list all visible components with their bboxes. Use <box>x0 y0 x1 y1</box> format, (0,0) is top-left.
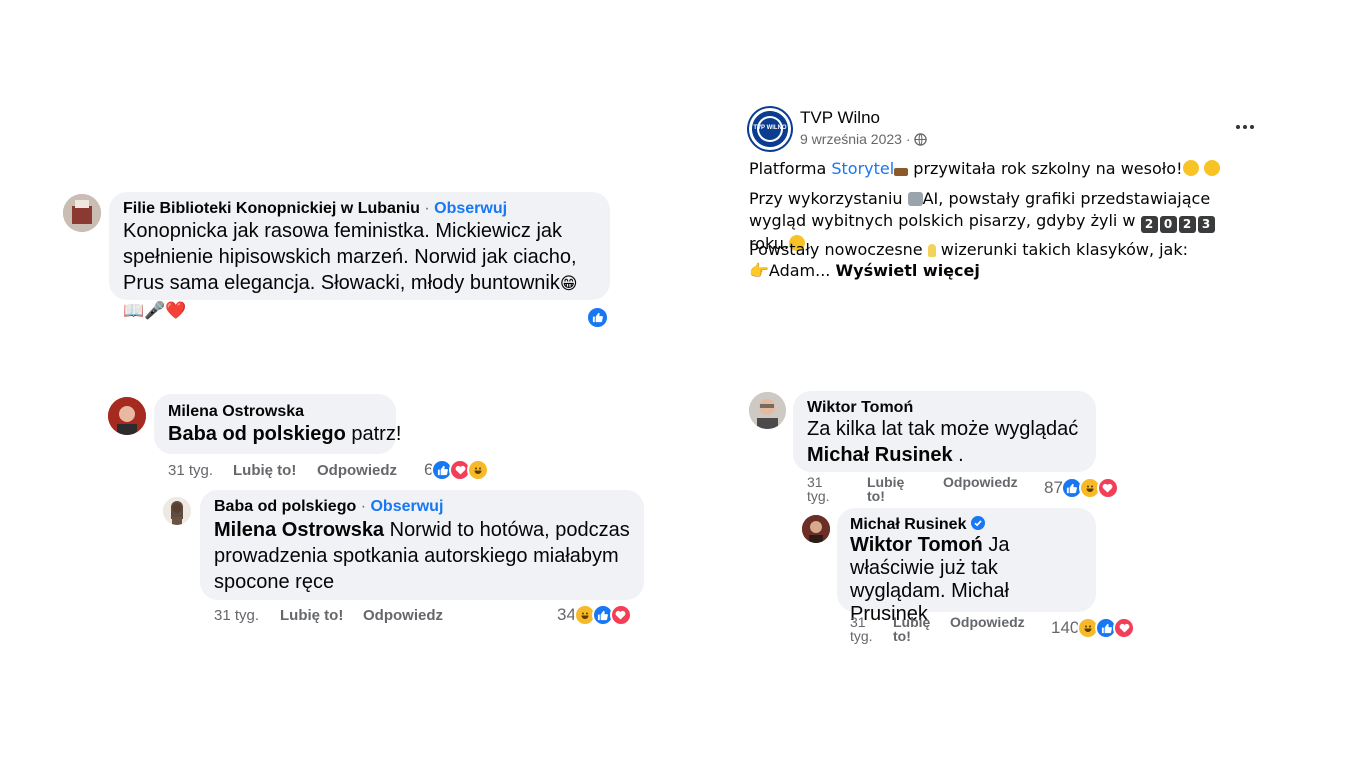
comment-header: Filie Biblioteki Konopnickiej w Lubaniu … <box>123 200 507 218</box>
separator: · <box>360 498 367 515</box>
comment-text: Za kilka lat tak może wyglądać <box>807 418 1079 440</box>
comment-text-block: Wiktor Tomoń Ja właściwie już tak wygląd… <box>850 534 1090 626</box>
post-text: Platforma <box>749 159 832 178</box>
love-icon <box>1113 617 1136 639</box>
storytel-link[interactable]: Storytel <box>831 159 894 178</box>
mention-link[interactable]: Wiktor Tomoń <box>850 534 983 556</box>
post-text: wizerunki takich klasyków, jak: <box>935 240 1189 259</box>
see-more-link[interactable]: Wyświetl więcej <box>835 261 979 280</box>
post-line-3: Powstały nowoczesne wizerunki takich kla… <box>749 239 1188 261</box>
nerd-emoji-icon <box>1182 160 1199 176</box>
reply-button[interactable]: Odpowiedz <box>317 462 397 479</box>
comment-text-block: Baba od polskiego patrz! <box>168 421 401 447</box>
comment-text-block: Konopnicka jak rasowa feministka. Mickie… <box>123 218 598 324</box>
reactions-summary[interactable]: 140 <box>1051 617 1136 639</box>
grin-emoji-icon <box>1203 160 1220 176</box>
page-logo[interactable]: TVP WILNO <box>749 108 791 150</box>
comment-author[interactable]: Wiktor Tomoń <box>807 399 913 417</box>
comment-time[interactable]: 31 tyg. <box>850 615 880 643</box>
keycap-digit: 3 <box>1197 216 1215 233</box>
globe-icon <box>914 133 928 149</box>
post-line-1: Platforma Storytel przywitała rok szkoln… <box>749 158 1220 180</box>
verified-badge-icon <box>970 516 985 535</box>
haha-icon <box>467 459 490 481</box>
mention-link[interactable]: Milena Ostrowska <box>214 519 384 541</box>
comment-text-block: Milena Ostrowska Norwid to hotówa, podcz… <box>214 517 634 595</box>
comment-author[interactable]: Milena Ostrowska <box>168 403 304 421</box>
comment-author[interactable]: Baba od polskiego <box>214 498 356 515</box>
post-text: przywitała rok szkolny na wesoło! <box>908 159 1183 178</box>
reply-button[interactable]: Odpowiedz <box>943 475 1018 489</box>
like-button[interactable]: Lubię to! <box>893 615 938 643</box>
reply-button[interactable]: Odpowiedz <box>950 615 1025 629</box>
mention-link[interactable]: Michał Rusinek <box>807 444 953 466</box>
comment-author[interactable]: Michał Rusinek <box>850 516 966 533</box>
follow-link[interactable]: Obserwuj <box>434 200 507 217</box>
comment-text: patrz! <box>345 423 402 445</box>
post-text: Przy wykorzystaniu <box>749 189 908 208</box>
avatar[interactable] <box>749 392 786 429</box>
post-line-4: 👉Adam... Wyświetl więcej <box>749 260 980 282</box>
robot-emoji-icon <box>907 192 923 206</box>
comment-text: . <box>952 444 964 466</box>
keycap-digit: 0 <box>1159 216 1177 233</box>
comment-header: Michał Rusinek <box>850 516 985 535</box>
comment-time[interactable]: 31 tyg. <box>168 462 213 479</box>
reactions-count: 140 <box>1051 618 1080 637</box>
more-options-icon[interactable] <box>1236 125 1254 129</box>
reactions-summary[interactable]: 6 <box>424 459 490 481</box>
post-text: Powstały nowoczesne <box>749 240 928 259</box>
reply-button[interactable]: Odpowiedz <box>363 607 443 624</box>
separator: · <box>424 200 430 217</box>
comment-author[interactable]: Filie Biblioteki Konopnickiej w Lubaniu <box>123 200 420 217</box>
avatar[interactable] <box>63 194 101 232</box>
page-name[interactable]: TVP Wilno <box>800 108 880 128</box>
mention-link[interactable]: Baba od polskiego <box>168 423 346 445</box>
comment-text: Konopnicka jak rasowa feministka. Mickie… <box>123 220 577 294</box>
follow-link[interactable]: Obserwuj <box>370 498 443 515</box>
post-text: 👉Adam... <box>749 261 836 280</box>
books-emoji-icon <box>894 168 909 176</box>
avatar[interactable] <box>802 515 830 543</box>
lightbulb-emoji-icon <box>927 244 936 257</box>
love-icon <box>1096 477 1119 499</box>
comment-time[interactable]: 31 tyg. <box>807 475 837 503</box>
comment-text-block: Za kilka lat tak może wyglądać Michał Ru… <box>807 416 1087 468</box>
keycap-digit: 2 <box>1178 216 1196 233</box>
love-icon <box>609 604 632 626</box>
post-date[interactable]: 9 września 2023 · <box>800 131 911 147</box>
avatar[interactable] <box>108 397 146 435</box>
logo-text: TVP WILNO <box>753 125 787 131</box>
avatar[interactable] <box>163 497 191 525</box>
like-button[interactable]: Lubię to! <box>280 607 343 624</box>
keycap-digit: 2 <box>1140 216 1158 233</box>
like-button[interactable]: Lubię to! <box>233 462 296 479</box>
like-button[interactable]: Lubię to! <box>867 475 912 503</box>
reactions-summary[interactable]: 87 <box>1044 477 1119 499</box>
post-meta: 9 września 2023 · <box>800 131 928 149</box>
reactions-summary[interactable]: 34 <box>557 604 632 626</box>
comment-time[interactable]: 31 tyg. <box>214 607 259 624</box>
comment-header: Baba od polskiego · Obserwuj <box>214 498 443 516</box>
like-reaction-icon[interactable] <box>586 306 609 329</box>
